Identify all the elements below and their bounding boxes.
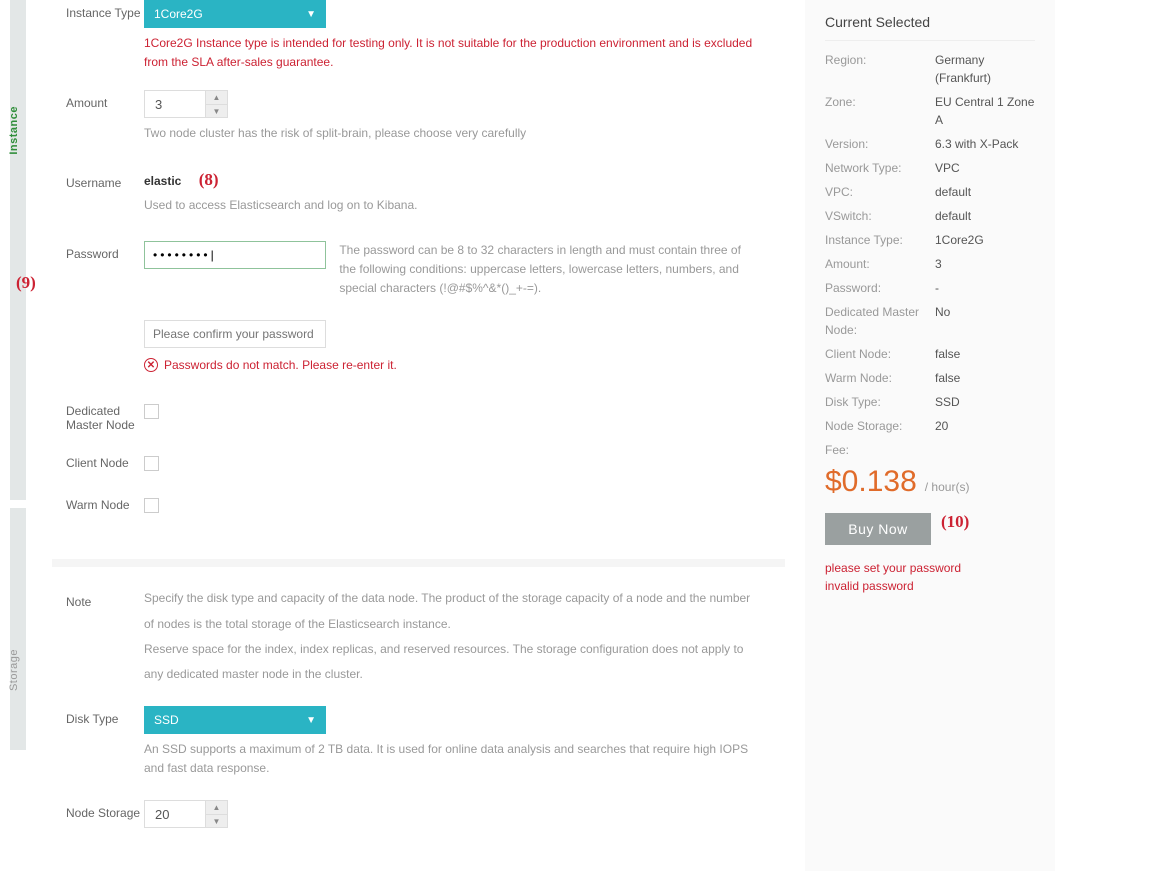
client-node-checkbox[interactable] (144, 456, 159, 471)
password-error: ✕ Passwords do not match. Please re-ente… (144, 358, 771, 372)
dedicated-master-checkbox[interactable] (144, 404, 159, 419)
kv-dmaster-k: Dedicated Master Node: (825, 303, 935, 339)
chevron-down-icon: ▼ (306, 715, 316, 726)
kv-nstorage-v: 20 (935, 417, 1035, 435)
warm-node-checkbox[interactable] (144, 498, 159, 513)
note-line-1: Specify the disk type and capacity of th… (144, 589, 771, 608)
disk-type-help: An SSD supports a maximum of 2 TB data. … (144, 740, 771, 778)
kv-itype-k: Instance Type: (825, 231, 935, 249)
amount-stepper[interactable]: ▲ ▼ (144, 90, 228, 118)
disk-type-label: Disk Type (66, 706, 144, 726)
password-label: Password (66, 241, 144, 261)
disk-type-select[interactable]: SSD ▼ (144, 706, 326, 734)
kv-dmaster-v: No (935, 303, 1035, 339)
kv-client-v: false (935, 345, 1035, 363)
username-value: elastic (144, 168, 181, 188)
amount-label: Amount (66, 90, 144, 110)
fee-unit: / hour(s) (925, 480, 970, 494)
kv-password-v: - (935, 279, 1035, 297)
buy-now-button[interactable]: Buy Now (825, 513, 931, 545)
kv-version-v: 6.3 with X-Pack (935, 135, 1035, 153)
kv-warm-k: Warm Node: (825, 369, 935, 387)
instance-type-value: 1Core2G (154, 7, 203, 21)
client-node-label: Client Node (66, 450, 144, 470)
annotation-9: (9) (16, 273, 36, 293)
note-label: Note (66, 589, 144, 609)
chevron-down-icon: ▼ (306, 9, 316, 20)
summary-sidebar: Current Selected Region:Germany (Frankfu… (805, 0, 1055, 871)
error-icon: ✕ (144, 358, 158, 372)
kv-vswitch-v: default (935, 207, 1035, 225)
section-rail: Instance Storage (0, 0, 32, 871)
kv-zone-k: Zone: (825, 93, 935, 129)
kv-vpc-v: default (935, 183, 1035, 201)
rail-storage: Storage (8, 649, 20, 691)
kv-amount-k: Amount: (825, 255, 935, 273)
sidebar-title: Current Selected (825, 14, 1035, 30)
password-error-text: Passwords do not match. Please re-enter … (164, 358, 397, 372)
kv-dtype-k: Disk Type: (825, 393, 935, 411)
kv-password-k: Password: (825, 279, 935, 297)
note-line-4: any dedicated master node in the cluster… (144, 665, 771, 684)
kv-vpc-k: VPC: (825, 183, 935, 201)
username-label: Username (66, 170, 144, 190)
sidebar-error-1: please set your password (825, 559, 1035, 577)
node-storage-stepper[interactable]: ▲ ▼ (144, 800, 228, 828)
node-storage-input[interactable] (145, 801, 205, 827)
warm-node-label: Warm Node (66, 492, 144, 512)
instance-type-select[interactable]: 1Core2G ▼ (144, 0, 326, 28)
kv-version-k: Version: (825, 135, 935, 153)
kv-dtype-v: SSD (935, 393, 1035, 411)
sidebar-error-2: invalid password (825, 577, 1035, 595)
kv-network-v: VPC (935, 159, 1035, 177)
kv-warm-v: false (935, 369, 1035, 387)
kv-region-k: Region: (825, 51, 935, 87)
storage-panel: Note Specify the disk type and capacity … (52, 559, 785, 861)
username-help: Used to access Elasticsearch and log on … (144, 196, 771, 215)
stepper-down-icon[interactable]: ▼ (206, 815, 227, 828)
password-input[interactable] (144, 241, 326, 269)
instance-type-warning: 1Core2G Instance type is intended for te… (144, 34, 771, 72)
kv-zone-v: EU Central 1 Zone A (935, 93, 1035, 129)
kv-region-v: Germany (Frankfurt) (935, 51, 1035, 87)
dedicated-master-label: Dedicated Master Node (66, 398, 144, 432)
instance-panel: Instance Type 1Core2G ▼ 1Core2G Instance… (52, 0, 785, 549)
kv-fee-k: Fee: (825, 441, 935, 459)
instance-type-label: Instance Type (66, 0, 144, 20)
kv-nstorage-k: Node Storage: (825, 417, 935, 435)
note-line-2: of nodes is the total storage of the Ela… (144, 615, 771, 634)
amount-help: Two node cluster has the risk of split-b… (144, 124, 771, 143)
password-rule: The password can be 8 to 32 characters i… (339, 241, 759, 299)
amount-input[interactable] (145, 91, 205, 117)
kv-vswitch-k: VSwitch: (825, 207, 935, 225)
annotation-10: (10) (941, 512, 969, 532)
note-line-3: Reserve space for the index, index repli… (144, 640, 771, 659)
confirm-password-input[interactable] (144, 320, 326, 348)
stepper-up-icon[interactable]: ▲ (206, 91, 227, 105)
fee-amount: $0.138 (825, 465, 917, 499)
kv-itype-v: 1Core2G (935, 231, 1035, 249)
node-storage-label: Node Storage (66, 800, 144, 820)
rail-instance: Instance (8, 106, 20, 155)
kv-amount-v: 3 (935, 255, 1035, 273)
kv-network-k: Network Type: (825, 159, 935, 177)
stepper-up-icon[interactable]: ▲ (206, 801, 227, 815)
annotation-8: (8) (199, 170, 219, 189)
kv-client-k: Client Node: (825, 345, 935, 363)
stepper-down-icon[interactable]: ▼ (206, 105, 227, 118)
disk-type-value: SSD (154, 713, 179, 727)
